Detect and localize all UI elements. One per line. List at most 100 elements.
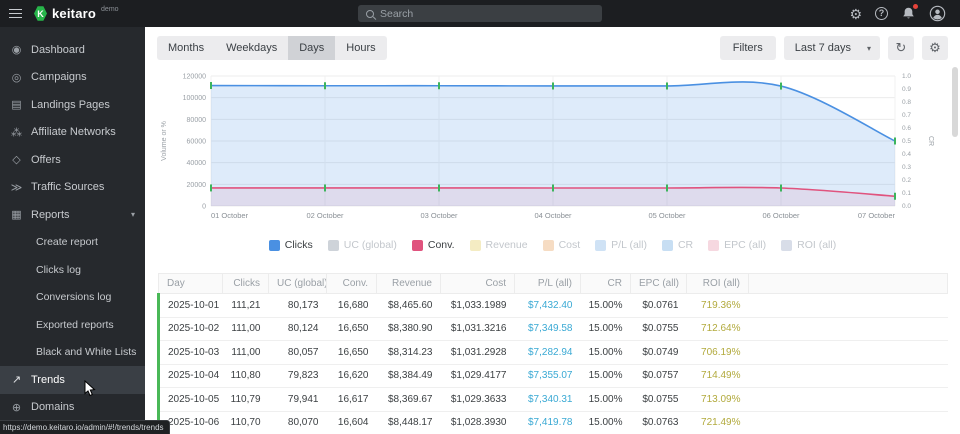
legend-label: Clicks [285,239,313,251]
campaigns-icon: ◎ [10,71,23,84]
column-header-clicks[interactable]: Clicks [223,274,269,294]
cell-epc: $0.0755 [631,317,687,341]
notifications-bell-icon[interactable] [901,6,916,21]
sidebar-item-label: Trends [31,374,65,386]
chart-settings-button[interactable]: ⚙ [922,36,948,60]
cell-clicks: 111,00 [223,317,269,341]
cell-clicks: 111,00 [223,341,269,365]
svg-text:0.6: 0.6 [902,125,911,132]
svg-text:0.4: 0.4 [902,151,911,158]
table-row[interactable]: 2025-10-04110,8079,82316,620$8,384.49$1,… [159,364,948,388]
dashboard-icon: ◉ [10,43,23,56]
table-row[interactable]: 2025-10-01111,2180,17316,680$8,465.60$1,… [159,294,948,318]
cell-roi: 719.36% [687,294,749,318]
legend-item-conv[interactable]: Conv. [412,239,455,251]
settings-gear-icon[interactable]: ⚙ [849,7,862,21]
column-header-pl[interactable]: P/L (all) [515,274,581,294]
trends-icon: ↗ [10,373,23,386]
tab-hours[interactable]: Hours [335,36,386,60]
legend-label: CR [678,239,693,251]
tab-days[interactable]: Days [288,36,335,60]
column-header-cr[interactable]: CR [581,274,631,294]
svg-text:0.5: 0.5 [902,138,911,145]
legend-item-roi-all[interactable]: ROI (all) [781,239,836,251]
sidebar-item-clicks-log[interactable]: Clicks log [0,256,145,284]
cell-cr: 15.00% [581,388,631,412]
svg-text:0.1: 0.1 [902,190,911,197]
legend-label: ROI (all) [797,239,836,251]
svg-text:01 October: 01 October [211,211,249,220]
legend-swatch [595,240,606,251]
trends-toolbar: MonthsWeekdaysDaysHours Filters Last 7 d… [157,36,948,60]
column-header-conv[interactable]: Conv. [327,274,377,294]
svg-text:04 October: 04 October [534,211,572,220]
sidebar-item-reports[interactable]: ▦Reports▾ [0,201,145,229]
legend-swatch [328,240,339,251]
table-row[interactable]: 2025-10-05110,7979,94116,617$8,369.67$1,… [159,388,948,412]
tab-weekdays[interactable]: Weekdays [215,36,288,60]
tab-months[interactable]: Months [157,36,215,60]
notification-dot [913,4,918,9]
cell-uc: 80,070 [269,411,327,434]
legend-item-cr[interactable]: CR [662,239,693,251]
cell-filler [749,317,948,341]
legend-item-revenue[interactable]: Revenue [470,239,528,251]
filters-button[interactable]: Filters [720,36,776,60]
legend-item-uc-global[interactable]: UC (global) [328,239,397,251]
svg-text:120000: 120000 [183,74,206,81]
sidebar-item-offers[interactable]: ◇Offers [0,146,145,174]
sidebar-item-black-and-white-lists[interactable]: Black and White Lists [0,339,145,367]
menu-icon[interactable] [0,0,30,27]
sidebar-item-label: Domains [31,401,74,413]
report-table: DayClicksUC (global)Conv.RevenueCostP/L … [157,273,948,434]
sidebar-item-trends[interactable]: ↗ Trends [0,366,145,394]
legend-swatch [662,240,673,251]
svg-text:02 October: 02 October [306,211,344,220]
trends-chart-svg: 02000040000600008000010000012000001 Octo… [157,66,948,226]
svg-text:CR: CR [927,136,934,146]
logo-text: keitaro [52,5,96,22]
sidebar-item-affiliate-networks[interactable]: ⁂Affiliate Networks [0,119,145,147]
cell-pl: $7,282.94 [515,341,581,365]
sidebar-item-exported-reports[interactable]: Exported reports [0,311,145,339]
legend-item-epc-all[interactable]: EPC (all) [708,239,766,251]
sidebar-item-dashboard[interactable]: ◉Dashboard [0,36,145,64]
legend-item-clicks[interactable]: Clicks [269,239,313,251]
column-header-revenue[interactable]: Revenue [377,274,441,294]
trends-chart[interactable]: 02000040000600008000010000012000001 Octo… [157,66,948,231]
user-avatar-icon[interactable] [929,5,946,22]
app-logo[interactable]: K keitaro demo [34,5,119,22]
sidebar-item-domains[interactable]: ⊕Domains [0,394,145,422]
table-row[interactable]: 2025-10-03111,0080,05716,650$8,314.23$1,… [159,341,948,365]
table-row[interactable]: 2025-10-02111,0080,12416,650$8,380.90$1,… [159,317,948,341]
legend-item-cost[interactable]: Cost [543,239,581,251]
sidebar-item-campaigns[interactable]: ◎Campaigns [0,64,145,92]
column-header-roi[interactable]: ROI (all) [687,274,749,294]
sidebar-item-traffic-sources[interactable]: ≫Traffic Sources [0,174,145,202]
legend-item-pl-all[interactable]: P/L (all) [595,239,647,251]
cell-roi: 712.64% [687,317,749,341]
table-row[interactable]: 2025-10-06110,7080,07016,604$8,448.17$1,… [159,411,948,434]
cell-clicks: 110,80 [223,364,269,388]
scrollbar-thumb[interactable] [952,67,958,137]
sidebar-item-landings-pages[interactable]: ▤Landings Pages [0,91,145,119]
sidebar-item-create-report[interactable]: Create report [0,229,145,257]
table-body: 2025-10-01111,2180,17316,680$8,465.60$1,… [159,294,948,434]
search-input[interactable] [380,8,594,20]
refresh-button[interactable]: ↻ [888,36,914,60]
column-header-uc[interactable]: UC (global) [269,274,327,294]
legend-label: Cost [559,239,581,251]
keitaro-logo-icon: K [34,6,47,21]
column-header-epc[interactable]: EPC (all) [631,274,687,294]
cell-epc: $0.0755 [631,388,687,412]
sidebar-item-label: Black and White Lists [36,346,136,358]
cell-pl: $7,432.40 [515,294,581,318]
date-range-select[interactable]: Last 7 days ▾ [784,36,880,60]
column-header-day[interactable]: Day [159,274,223,294]
legend-swatch [781,240,792,251]
column-header-cost[interactable]: Cost [441,274,515,294]
help-icon[interactable]: ? [875,7,888,20]
sidebar-item-conversions-log[interactable]: Conversions log [0,284,145,312]
cell-roi: 714.49% [687,364,749,388]
table-header-row: DayClicksUC (global)Conv.RevenueCostP/L … [159,274,948,294]
